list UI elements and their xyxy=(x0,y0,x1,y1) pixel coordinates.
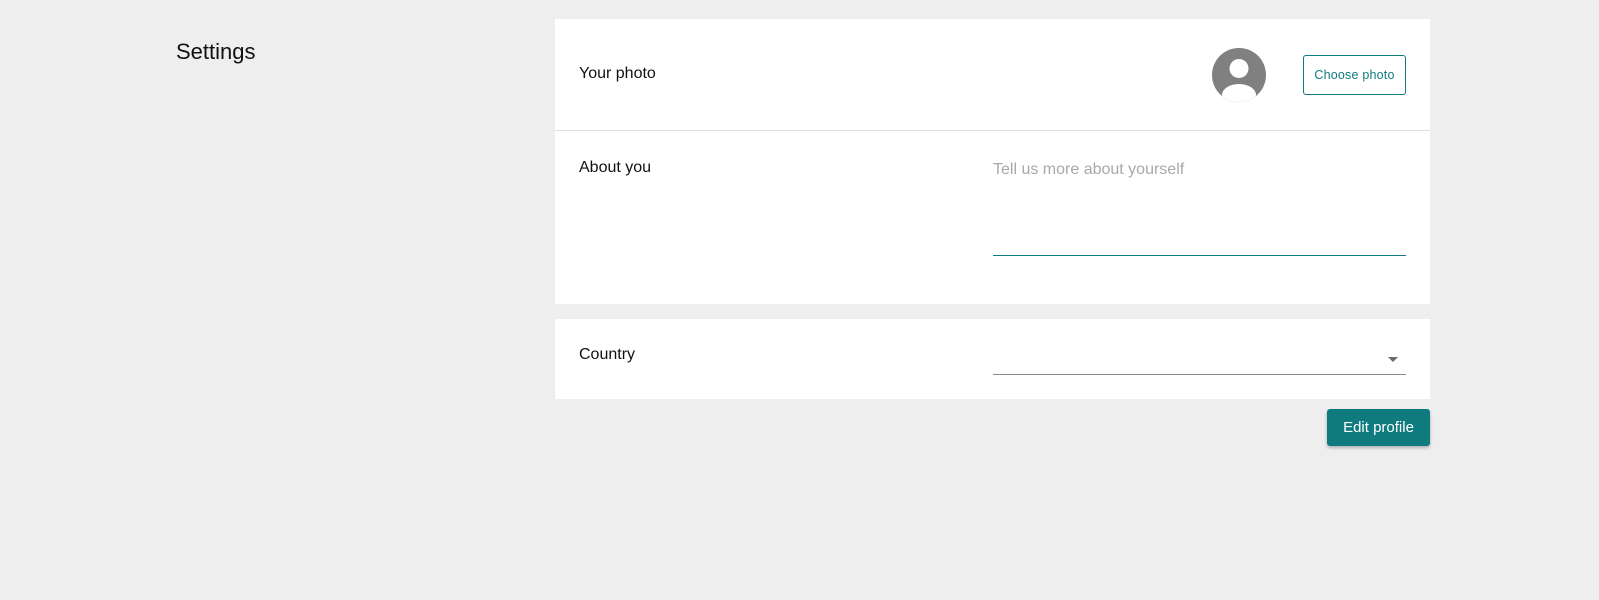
profile-card: Your photo Choose photo About you xyxy=(555,19,1430,304)
country-select[interactable] xyxy=(993,339,1406,375)
country-label: Country xyxy=(579,346,636,363)
country-card: Country xyxy=(555,319,1430,399)
photo-label: Your photo xyxy=(579,65,656,82)
choose-photo-button[interactable]: Choose photo xyxy=(1303,55,1406,95)
edit-profile-button[interactable]: Edit profile xyxy=(1327,409,1430,446)
chevron-down-icon xyxy=(1388,357,1398,362)
about-row: About you xyxy=(555,132,1430,304)
page-title: Settings xyxy=(176,39,256,64)
photo-row: Your photo Choose photo xyxy=(555,19,1430,131)
about-label: About you xyxy=(579,159,652,176)
about-textarea[interactable] xyxy=(993,158,1406,256)
user-avatar-icon xyxy=(1212,48,1266,102)
